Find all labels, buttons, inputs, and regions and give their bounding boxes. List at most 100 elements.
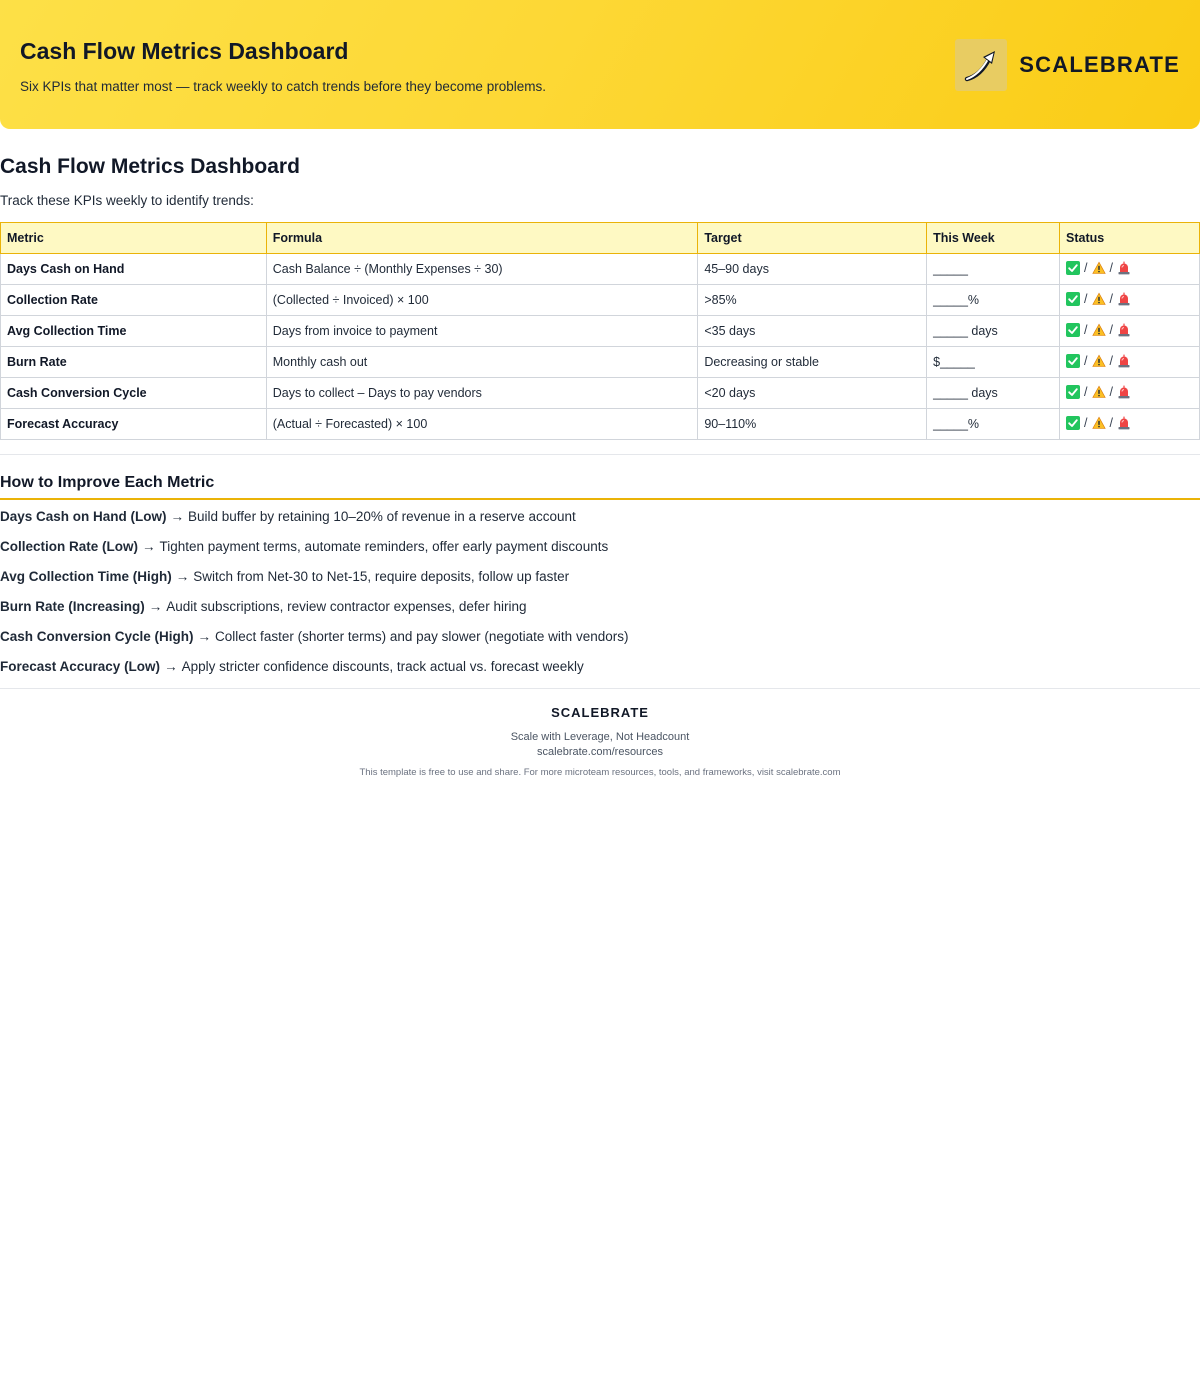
warning-icon [1091, 354, 1106, 368]
page: Cash Flow Metrics Dashboard Six KPIs tha… [0, 0, 1200, 1400]
target-cell: >85% [697, 284, 928, 316]
status-separator: / [1109, 261, 1114, 275]
table-row: Avg Collection Time Days from invoice to … [0, 315, 1200, 347]
arrow-right-icon: → [164, 659, 178, 674]
improve-item-label: Avg Collection Time (High) [0, 569, 172, 584]
warning-icon [1091, 385, 1106, 399]
check-mark-icon [1066, 261, 1081, 275]
siren-icon [1117, 416, 1131, 430]
column-header: This Week [926, 222, 1061, 254]
table-row: Days Cash on Hand Cash Balance ÷ (Monthly… [0, 253, 1200, 285]
footer-divider [0, 688, 1200, 689]
target-cell: Decreasing or stable [697, 346, 928, 378]
siren-icon [1117, 385, 1131, 399]
banner-title: Cash Flow Metrics Dashboard [20, 37, 349, 64]
check-mark-icon [1066, 416, 1081, 430]
kpi-table-body: Days Cash on Hand Cash Balance ÷ (Monthly… [0, 253, 1200, 440]
footer-url[interactable]: scalebrate.com/resources [0, 746, 1200, 758]
status-separator: / [1109, 416, 1114, 430]
status-separator: / [1109, 323, 1114, 337]
table-row: Collection Rate (Collected ÷ Invoiced) × … [0, 284, 1200, 316]
metric-cell: Forecast Accuracy [0, 408, 267, 440]
list-item: Avg Collection Time (High) → Switch from N… [0, 562, 1200, 592]
status-cell: / / [1059, 253, 1200, 285]
this-week-cell[interactable]: _____ [926, 253, 1061, 285]
status-options: / / [1066, 354, 1131, 368]
footer-note: This template is free to use and share. … [359, 767, 841, 778]
formula-cell: Monthly cash out [265, 346, 699, 378]
improve-item-text: Collect faster (shorter terms) and pay s… [215, 629, 629, 644]
metric-cell: Collection Rate [0, 284, 267, 316]
growth-arrow-icon [955, 38, 1008, 91]
improve-item-label: Forecast Accuracy (Low) [0, 659, 161, 674]
status-separator: / [1109, 292, 1114, 306]
status-separator: / [1084, 416, 1088, 430]
metric-cell: Avg Collection Time [0, 315, 267, 347]
this-week-cell[interactable]: _____% [926, 408, 1061, 440]
status-options: / / [1066, 416, 1131, 430]
status-options: / / [1066, 323, 1131, 337]
status-cell: / / [1059, 377, 1200, 409]
list-item: Collection Rate (Low) → Tighten payment te… [0, 532, 1200, 562]
table-row: Burn Rate Monthly cash out Decreasing or s… [0, 346, 1200, 378]
banner-text: Cash Flow Metrics Dashboard Six KPIs tha… [20, 36, 546, 94]
kpi-table: Metric Formula Target This Week Status Days … [0, 222, 1200, 440]
list-item: Days Cash on Hand (Low) → Build buffer by … [0, 502, 1200, 532]
improve-item-label: Collection Rate (Low) [0, 539, 138, 554]
arrow-right-icon: → [197, 629, 212, 644]
formula-cell: Days from invoice to payment [265, 315, 699, 347]
section-divider [0, 454, 1200, 455]
arrow-right-icon: → [148, 599, 163, 614]
status-options: / / [1066, 261, 1131, 275]
status-separator: / [1084, 292, 1088, 306]
improve-item-text: Switch from Net-30 to Net-15, require de… [193, 569, 570, 584]
this-week-cell[interactable]: _____ days [926, 315, 1061, 347]
arrow-right-icon: → [170, 509, 185, 524]
status-cell: / / [1059, 408, 1200, 440]
siren-icon [1117, 292, 1131, 306]
column-header: Formula [265, 222, 699, 254]
footer-brand: SCALEBRATE [551, 705, 649, 720]
status-separator: / [1109, 385, 1114, 399]
status-separator: / [1084, 354, 1088, 368]
warning-icon [1091, 323, 1106, 337]
kpi-header-row: Metric Formula Target This Week Status [0, 222, 1200, 254]
improve-item-label: Days Cash on Hand (Low) [0, 509, 167, 524]
formula-cell: Cash Balance ÷ (Monthly Expenses ÷ 30) [265, 253, 699, 285]
status-separator: / [1084, 323, 1088, 337]
this-week-cell[interactable]: _____ days [926, 377, 1061, 409]
arrow-right-icon: → [175, 569, 190, 584]
metric-cell: Burn Rate [0, 346, 267, 378]
kpi-table-header: Metric Formula Target This Week Status [0, 222, 1200, 254]
check-mark-icon [1066, 385, 1081, 399]
column-header: Metric [0, 222, 267, 254]
check-mark-icon [1066, 354, 1081, 368]
growth-arrow-svg [965, 50, 996, 81]
banner-subtitle: Six KPIs that matter most — track weekly… [20, 78, 546, 94]
status-separator: / [1084, 385, 1088, 399]
improve-item-text: Tighten payment terms, automate reminder… [159, 539, 609, 554]
table-row: Cash Conversion Cycle Days to collect – D… [0, 377, 1200, 409]
list-item: Burn Rate (Increasing) → Audit subscriptio… [0, 592, 1200, 622]
siren-icon [1117, 323, 1131, 337]
target-cell: <35 days [697, 315, 928, 347]
status-cell: / / [1059, 315, 1200, 347]
list-item: Forecast Accuracy (Low) → Apply stricter c… [0, 652, 1200, 682]
status-options: / / [1066, 385, 1131, 399]
improve-item-text: Apply stricter confidence discounts, tra… [181, 659, 584, 674]
this-week-cell[interactable]: _____% [926, 284, 1061, 316]
check-mark-icon [1066, 292, 1081, 306]
this-week-cell[interactable]: $_____ [926, 346, 1061, 378]
intro-text: Track these KPIs weekly to identify tren… [0, 193, 254, 208]
warning-icon [1091, 261, 1106, 275]
list-item: Cash Conversion Cycle (High) → Collect fas… [0, 622, 1200, 652]
status-cell: / / [1059, 284, 1200, 316]
header-banner: Cash Flow Metrics Dashboard Six KPIs tha… [0, 0, 1200, 129]
status-separator: / [1109, 354, 1114, 368]
column-header: Target [697, 222, 928, 254]
improve-item-text: Audit subscriptions, review contractor e… [166, 599, 527, 614]
metric-cell: Days Cash on Hand [0, 253, 267, 285]
target-cell: 45–90 days [697, 253, 928, 285]
check-mark-icon [1066, 323, 1081, 337]
target-cell: 90–110% [697, 408, 928, 440]
